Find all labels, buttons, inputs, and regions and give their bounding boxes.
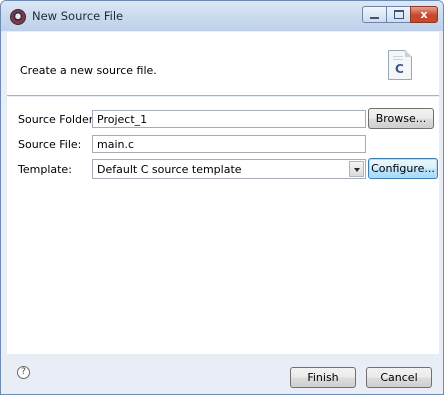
dialog-footer: ? Finish Cancel — [7, 354, 439, 394]
wizard-description: Create a new source file. — [20, 64, 157, 77]
source-folder-label: Source Folder: — [18, 113, 97, 126]
help-icon[interactable]: ? — [17, 366, 30, 379]
chevron-down-icon[interactable] — [349, 161, 364, 177]
title-bar[interactable]: New Source File x — [1, 1, 443, 31]
source-file-input[interactable]: main.c — [92, 135, 366, 153]
maximize-button[interactable] — [386, 6, 411, 23]
minimize-icon — [370, 16, 379, 19]
window-title: New Source File — [32, 9, 124, 23]
cancel-button[interactable]: Cancel — [366, 367, 432, 388]
eclipse-app-icon — [10, 9, 26, 25]
page-fold — [405, 50, 412, 57]
form-panel: Source Folder: Project_1 Browse... Sourc… — [7, 97, 439, 354]
configure-button[interactable]: Configure... — [368, 158, 438, 179]
wizard-banner: Create a new source file. C — [7, 32, 439, 96]
source-file-label: Source File: — [18, 138, 82, 151]
c-letter: C — [395, 62, 404, 76]
minimize-button[interactable] — [362, 6, 387, 23]
browse-button[interactable]: Browse... — [368, 108, 434, 129]
template-label: Template: — [18, 163, 72, 176]
c-source-file-icon: C — [388, 50, 412, 80]
template-selected-value: Default C source template — [97, 163, 242, 176]
close-button[interactable]: x — [410, 6, 438, 23]
close-icon: x — [420, 8, 428, 21]
new-source-file-dialog: New Source File x Create a new source fi… — [0, 0, 444, 395]
source-folder-input[interactable]: Project_1 — [92, 110, 366, 128]
page-lines — [393, 56, 403, 57]
template-select[interactable]: Default C source template — [92, 159, 366, 179]
maximize-icon — [393, 10, 404, 19]
finish-button[interactable]: Finish — [290, 367, 356, 388]
